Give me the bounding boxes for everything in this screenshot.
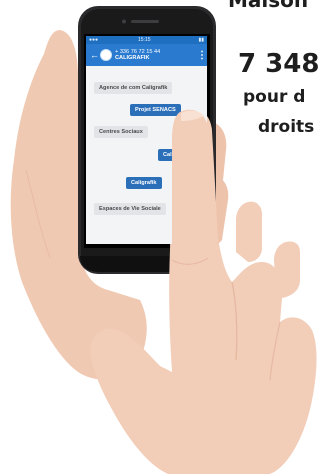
index-finger-illustration	[172, 109, 212, 250]
